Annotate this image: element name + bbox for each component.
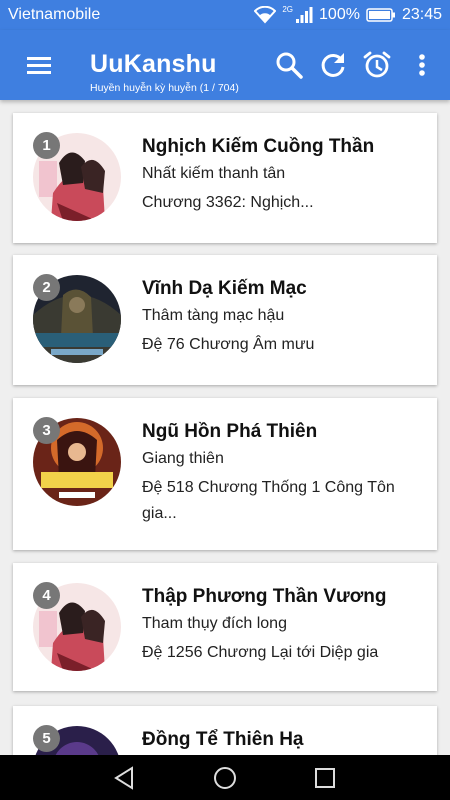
book-author: Thâm tàng mạc hậu bbox=[142, 307, 285, 324]
category-subtitle: Huyền huyễn kỳ huyễn (1 / 704) bbox=[90, 82, 239, 94]
wifi-icon bbox=[254, 6, 277, 24]
more-vert-icon[interactable] bbox=[408, 50, 436, 80]
refresh-icon[interactable] bbox=[318, 50, 348, 80]
book-card[interactable]: 3 Ngũ Hồn Phá Thiên Giang thiên Đệ 518 C… bbox=[13, 398, 437, 550]
recent-apps-icon[interactable] bbox=[312, 765, 338, 791]
book-author: Tham thụy đích long bbox=[142, 615, 287, 632]
carrier-name: Vietnamobile bbox=[8, 6, 101, 23]
battery-percent: 100% bbox=[319, 6, 360, 23]
signal-icon bbox=[295, 6, 313, 24]
search-icon[interactable] bbox=[274, 50, 304, 80]
rank-badge: 4 bbox=[33, 582, 60, 609]
status-icons: 2G 100% 23:45 bbox=[254, 3, 442, 27]
book-title: Thập Phương Thần Vương bbox=[142, 586, 387, 607]
book-card[interactable]: 2 Vĩnh Dạ Kiếm Mạc Thâm tàng mạc hậu Đệ … bbox=[13, 255, 437, 385]
menu-icon[interactable] bbox=[22, 50, 58, 80]
latest-chapter: Chương 3362: Nghịch... bbox=[142, 194, 314, 211]
rank-badge: 3 bbox=[33, 417, 60, 444]
book-card[interactable]: 1 Nghịch Kiếm Cuồng Thần Nhất kiếm thanh… bbox=[13, 113, 437, 243]
latest-chapter: Đệ 518 Chương Thống 1 Công Tôn gia... bbox=[142, 479, 395, 522]
latest-chapter: Đệ 1256 Chương Lại tới Diệp gia bbox=[142, 644, 379, 661]
battery-icon bbox=[366, 7, 396, 23]
book-title: Đồng Tể Thiên Hạ bbox=[142, 729, 304, 750]
home-icon[interactable] bbox=[212, 765, 238, 791]
rank-badge: 1 bbox=[33, 132, 60, 159]
rank-badge: 5 bbox=[33, 725, 60, 752]
clock: 23:45 bbox=[401, 6, 442, 23]
status-bar: Vietnamobile 2G 100% 23:45 bbox=[0, 0, 450, 30]
system-nav-bar bbox=[0, 755, 450, 800]
rank-badge: 2 bbox=[33, 274, 60, 301]
book-title: Vĩnh Dạ Kiếm Mạc bbox=[142, 278, 307, 299]
app-bar: UuKanshu Huyền huyễn kỳ huyễn (1 / 704) bbox=[0, 30, 450, 100]
book-card[interactable]: 4 Thập Phương Thần Vương Tham thụy đích … bbox=[13, 563, 437, 691]
book-list[interactable]: 1 Nghịch Kiếm Cuồng Thần Nhất kiếm thanh… bbox=[0, 100, 450, 755]
alarm-icon[interactable] bbox=[362, 50, 392, 80]
book-title: Nghịch Kiếm Cuồng Thần bbox=[142, 136, 375, 157]
book-author: Giang thiên bbox=[142, 450, 224, 467]
book-card[interactable]: 5 Đồng Tể Thiên Hạ bbox=[13, 706, 437, 755]
latest-chapter: Đệ 76 Chương Âm mưu bbox=[142, 336, 315, 353]
book-title: Ngũ Hồn Phá Thiên bbox=[142, 421, 318, 442]
back-icon[interactable] bbox=[112, 765, 138, 791]
book-author: Nhất kiếm thanh tân bbox=[142, 165, 286, 182]
app-title: UuKanshu bbox=[90, 50, 217, 78]
network-type: 2G bbox=[282, 4, 294, 14]
